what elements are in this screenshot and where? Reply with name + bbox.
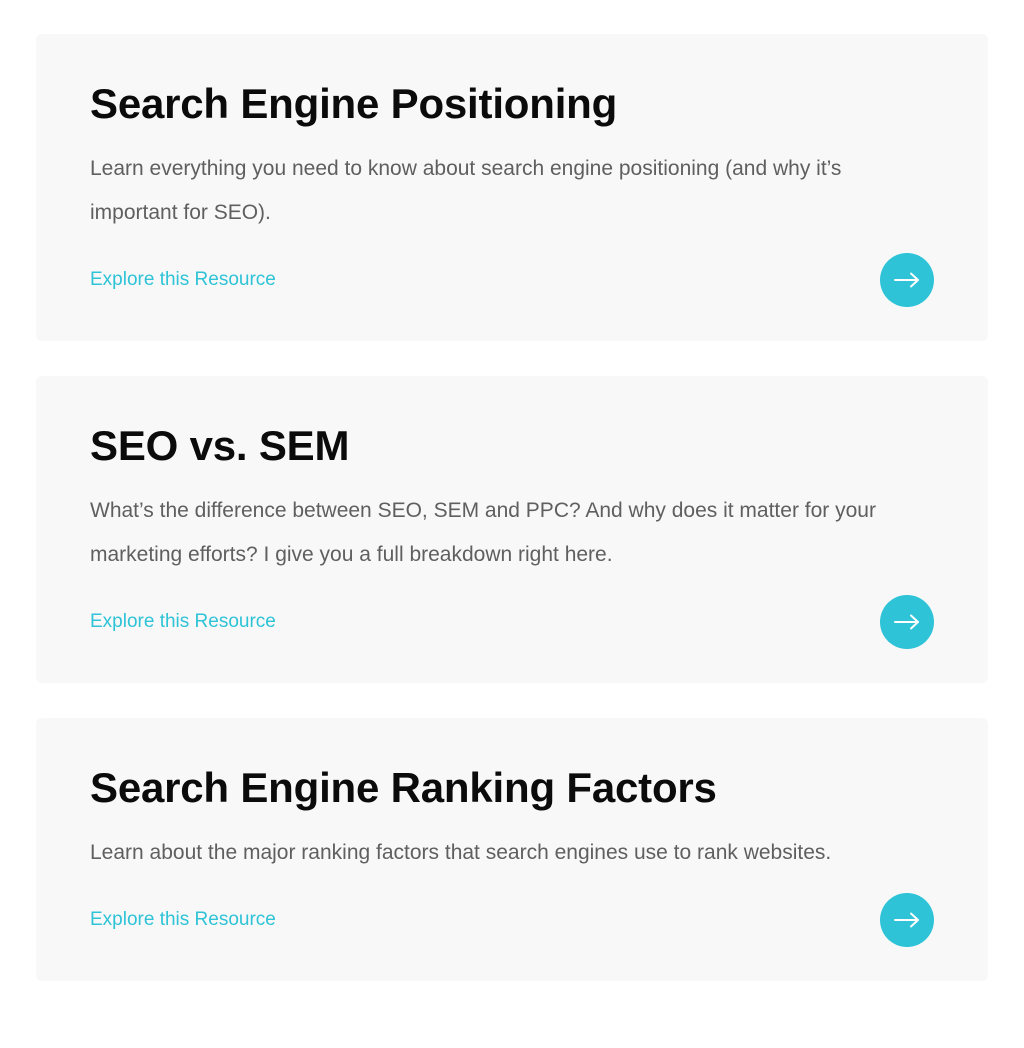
arrow-button[interactable] [880,253,934,307]
card-footer: Explore this Resource [90,253,934,307]
card-title: SEO vs. SEM [90,422,350,469]
arrow-right-icon [894,614,919,630]
card-title: Search Engine Ranking Factors [90,764,717,811]
card-footer: Explore this Resource [90,595,934,649]
card-description: Learn everything you need to know about … [90,157,842,224]
arrow-right-icon [894,272,919,288]
card-title: Search Engine Positioning [90,80,618,127]
arrow-button[interactable] [880,595,934,649]
explore-resource-link[interactable]: Explore this Resource [90,611,276,633]
explore-resource-link[interactable]: Explore this Resource [90,909,276,931]
resource-card: Search Engine Ranking Factors Learn abou… [36,718,988,981]
arrow-right-icon [894,912,919,928]
resource-card: Search Engine Positioning Learn everythi… [36,34,988,341]
card-description: Learn about the major ranking factors th… [90,841,832,864]
card-footer: Explore this Resource [90,893,934,947]
explore-resource-link[interactable]: Explore this Resource [90,269,276,291]
card-description: What’s the difference between SEO, SEM a… [90,499,876,566]
arrow-button[interactable] [880,893,934,947]
resource-card-list: Search Engine Positioning Learn everythi… [36,34,988,1016]
resource-card: SEO vs. SEM What’s the difference betwee… [36,376,988,683]
